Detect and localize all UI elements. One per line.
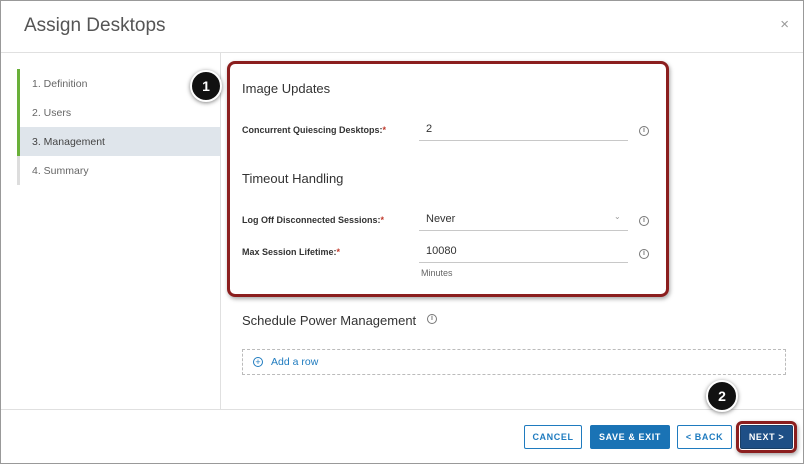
step-users[interactable]: 2. Users	[17, 98, 220, 127]
next-callout-box	[736, 421, 797, 453]
close-icon[interactable]: ×	[780, 17, 789, 32]
add-row-button[interactable]: + Add a row	[242, 349, 786, 375]
callout-badge-2: 2	[706, 380, 738, 412]
add-row-label: Add a row	[271, 356, 319, 368]
schedule-power-heading: Schedule Power Management	[242, 313, 417, 328]
step-label: 1. Definition	[32, 78, 88, 90]
step-label: 2. Users	[32, 107, 72, 119]
plus-circle-icon: +	[253, 357, 263, 367]
callout-highlight-box	[227, 61, 669, 297]
wizard-steps: 1. Definition 2. Users 3. Management 4. …	[1, 53, 221, 409]
step-label: 3. Management	[32, 136, 105, 148]
callout-badge-1: 1	[190, 70, 222, 102]
step-label: 4. Summary	[32, 165, 89, 177]
back-button[interactable]: < BACK	[677, 425, 732, 449]
assign-desktops-dialog: Assign Desktops × 1. Definition 2. Users…	[0, 0, 804, 464]
step-management[interactable]: 3. Management	[17, 127, 220, 156]
step-summary[interactable]: 4. Summary	[17, 156, 220, 185]
cancel-button[interactable]: CANCEL	[524, 425, 582, 449]
info-icon[interactable]: i	[427, 314, 437, 324]
dialog-title: Assign Desktops	[24, 15, 166, 36]
dialog-header: Assign Desktops ×	[1, 1, 803, 53]
save-exit-button[interactable]: SAVE & EXIT	[590, 425, 670, 449]
